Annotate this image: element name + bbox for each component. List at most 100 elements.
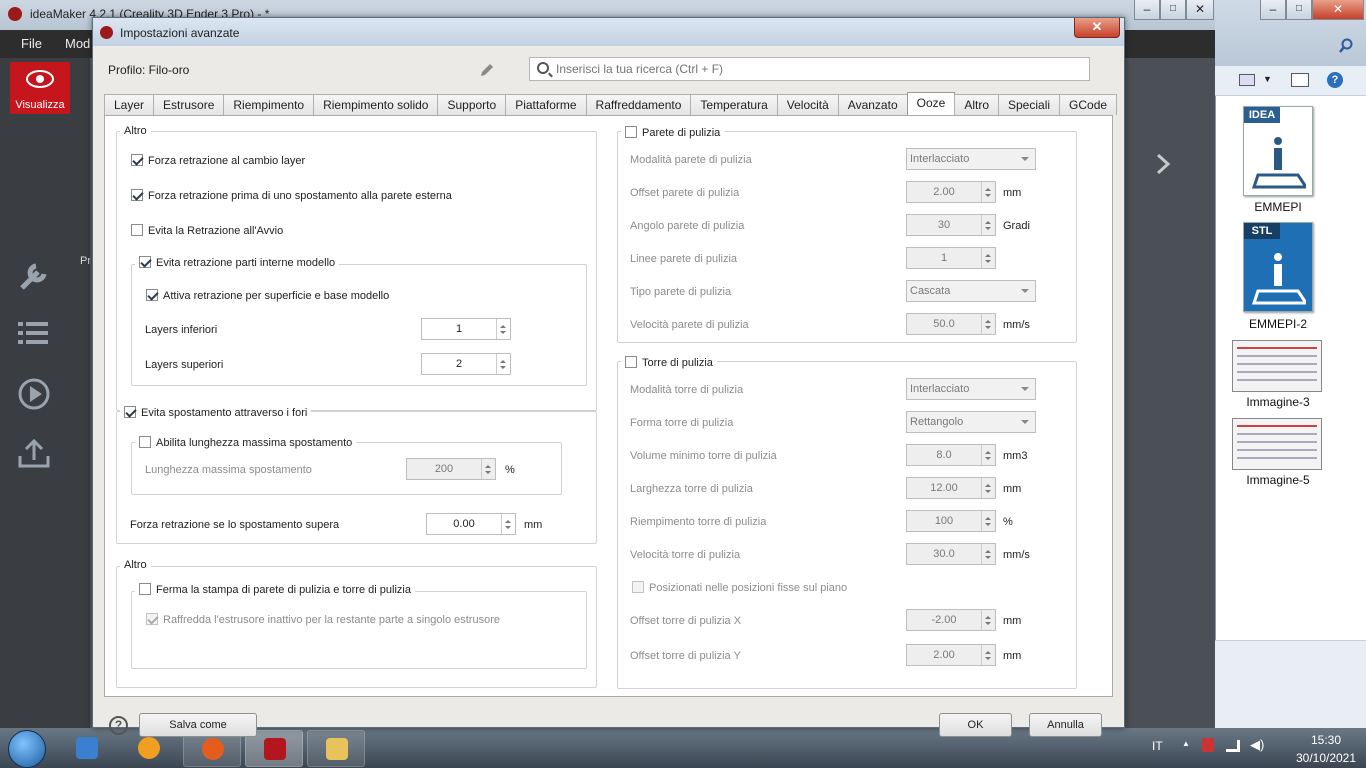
tab-gcode[interactable]: GCode [1059, 94, 1118, 115]
view-icon[interactable] [1239, 74, 1255, 86]
checkbox-evita-retrazione-avvio[interactable]: Evita la Retrazione all'Avvio [131, 224, 283, 237]
checkbox[interactable] [632, 581, 644, 593]
close-icon[interactable]: ✕ [1074, 18, 1120, 38]
show-hidden-icons-icon[interactable]: ▲ [1182, 739, 1190, 748]
clock-time[interactable]: 15:30 [1296, 733, 1356, 747]
explorer-minimize-icon[interactable]: – [1260, 0, 1286, 20]
save-as-button[interactable]: Salva come [139, 713, 257, 737]
angolo-parete-di-pulizia-spinbox[interactable]: 30 [906, 214, 996, 236]
checkbox[interactable] [131, 224, 143, 236]
security-icon[interactable] [1202, 738, 1214, 752]
tab-raffreddamento[interactable]: Raffreddamento [585, 94, 692, 115]
wrench-icon[interactable] [16, 258, 52, 294]
menu-file[interactable]: File [21, 36, 42, 51]
checkbox-parete-pulizia[interactable]: Parete di pulizia [621, 126, 725, 139]
spin-arrows-icon[interactable] [981, 478, 995, 498]
image-thumbnail[interactable] [1232, 418, 1322, 470]
file-icon-emmepi-2[interactable]: STL [1243, 222, 1313, 312]
help-icon[interactable]: ? [1327, 72, 1343, 88]
linee-parete-di-pulizia-spinbox[interactable]: 1 [906, 247, 996, 269]
spin-arrows-icon[interactable] [496, 319, 510, 339]
checkbox-torre-pulizia[interactable]: Torre di pulizia [621, 356, 717, 369]
spin-arrows-icon[interactable] [981, 645, 995, 665]
checkbox-ferma-stampa[interactable]: Ferma la stampa di parete di pulizia e t… [135, 583, 415, 596]
close-icon[interactable]: ✕ [1186, 0, 1214, 20]
tab-riempimento[interactable]: Riempimento [223, 94, 315, 115]
search-field[interactable] [529, 57, 1090, 81]
menu-modify[interactable]: Mod [65, 36, 90, 51]
checkbox[interactable] [625, 126, 637, 138]
list-icon[interactable] [16, 318, 52, 348]
checkbox-forza-retrazione-parete[interactable]: Forza retrazione prima di uno spostament… [131, 189, 452, 202]
visualizza-button[interactable]: Visualizza [10, 62, 70, 114]
modalit-parete-di-pulizia-dropdown[interactable]: Interlacciato [906, 148, 1036, 170]
explorer-maximize-icon[interactable]: □ [1286, 0, 1312, 20]
offset-torre-di-pulizia-y-spinbox[interactable]: 2.00 [906, 644, 996, 666]
taskbar-media-player[interactable] [58, 730, 116, 767]
checkbox-abilita-lunghezza-massima[interactable]: Abilita lunghezza massima spostamento [135, 436, 357, 449]
tab-piattaforme[interactable]: Piattaforme [505, 94, 587, 115]
file-label[interactable]: Immagine-3 [1218, 395, 1338, 409]
tab-ooze[interactable]: Ooze [906, 92, 956, 115]
spin-arrows-icon[interactable] [501, 514, 515, 534]
lunghezza-massima-spinbox[interactable]: 200 [406, 458, 496, 480]
forza-retrazione-spinbox[interactable]: 0.00 [426, 513, 516, 535]
checkbox[interactable] [139, 256, 151, 268]
tipo-parete-di-pulizia-dropdown[interactable]: Cascata [906, 280, 1036, 302]
velocit-parete-di-pulizia-spinbox[interactable]: 50.0 [906, 313, 996, 335]
volume-minimo-torre-di-pulizia-spinbox[interactable]: 8.0 [906, 444, 996, 466]
checkbox-attiva-retrazione-superficie[interactable]: Attiva retrazione per superficie e base … [146, 289, 389, 302]
file-icon-emmepi[interactable]: IDEA [1243, 106, 1313, 196]
file-label[interactable]: EMMEPI-2 [1218, 317, 1338, 331]
volume-icon[interactable]: ◀) [1250, 737, 1264, 753]
tab-estrusore[interactable]: Estrusore [153, 94, 225, 115]
tab-velocit-[interactable]: Velocità [776, 94, 839, 115]
help-icon[interactable]: ? [109, 716, 128, 735]
riempimento-torre-di-pulizia-spinbox[interactable]: 100 [906, 510, 996, 532]
layers-inferiori-spinbox[interactable]: 1 [421, 318, 511, 340]
offset-parete-di-pulizia-spinbox[interactable]: 2.00 [906, 181, 996, 203]
checkbox[interactable] [139, 583, 151, 595]
language-indicator[interactable]: IT [1152, 739, 1163, 753]
spin-arrows-icon[interactable] [496, 354, 510, 374]
checkbox-raffredda-estrusore[interactable]: Raffredda l'estrusore inattivo per la re… [146, 613, 500, 626]
checkbox[interactable] [625, 356, 637, 368]
spin-arrows-icon[interactable] [981, 182, 995, 202]
forma-torre-di-pulizia-dropdown[interactable]: Rettangolo [906, 411, 1036, 433]
tab-avanzato[interactable]: Avanzato [837, 94, 908, 115]
file-label[interactable]: Immagine-5 [1218, 473, 1338, 487]
tab-layer[interactable]: Layer [104, 94, 155, 115]
checkbox-evita-retrazione-interne[interactable]: Evita retrazione parti interne modello [135, 256, 340, 269]
spin-arrows-icon[interactable] [981, 544, 995, 564]
offset-torre-di-pulizia-x-spinbox[interactable]: -2.00 [906, 609, 996, 631]
larghezza-torre-di-pulizia-spinbox[interactable]: 12.00 [906, 477, 996, 499]
explorer-close-icon[interactable]: ✕ [1312, 0, 1364, 20]
tab-riempimento-solido[interactable]: Riempimento solido [313, 94, 439, 115]
image-thumbnail[interactable] [1232, 340, 1322, 392]
chevron-down-icon[interactable]: ▼ [1263, 74, 1272, 84]
chevron-right-icon[interactable] [1153, 152, 1173, 176]
ok-button[interactable]: OK [939, 713, 1012, 737]
spin-arrows-icon[interactable] [981, 215, 995, 235]
layers-superiori-spinbox[interactable]: 2 [421, 353, 511, 375]
taskbar-explorer[interactable] [307, 730, 365, 767]
checkbox[interactable] [131, 189, 143, 201]
upload-icon[interactable] [16, 436, 52, 472]
clock-date[interactable]: 30/10/2021 [1282, 751, 1366, 765]
checkbox-forza-retrazione-layer[interactable]: Forza retrazione al cambio layer [131, 154, 305, 167]
cancel-button[interactable]: Annulla [1029, 713, 1102, 737]
start-button[interactable] [8, 730, 46, 768]
search-input[interactable] [556, 60, 1076, 78]
checkbox-evita-spostamento-fori[interactable]: Evita spostamento attraverso i fori [120, 406, 312, 419]
modalit-torre-di-pulizia-dropdown[interactable]: Interlacciato [906, 378, 1036, 400]
checkbox[interactable] [124, 406, 136, 418]
network-icon[interactable] [1226, 740, 1240, 752]
checkbox[interactable] [146, 289, 158, 301]
tab-temperatura[interactable]: Temperatura [690, 94, 778, 115]
checkbox-posizioni-fisse[interactable]: Posizionati nelle posizioni fisse sul pi… [632, 581, 847, 594]
spin-arrows-icon[interactable] [981, 511, 995, 531]
file-label[interactable]: EMMEPI [1218, 200, 1338, 214]
spin-arrows-icon[interactable] [981, 610, 995, 630]
tab-speciali[interactable]: Speciali [998, 94, 1061, 115]
checkbox[interactable] [139, 436, 151, 448]
